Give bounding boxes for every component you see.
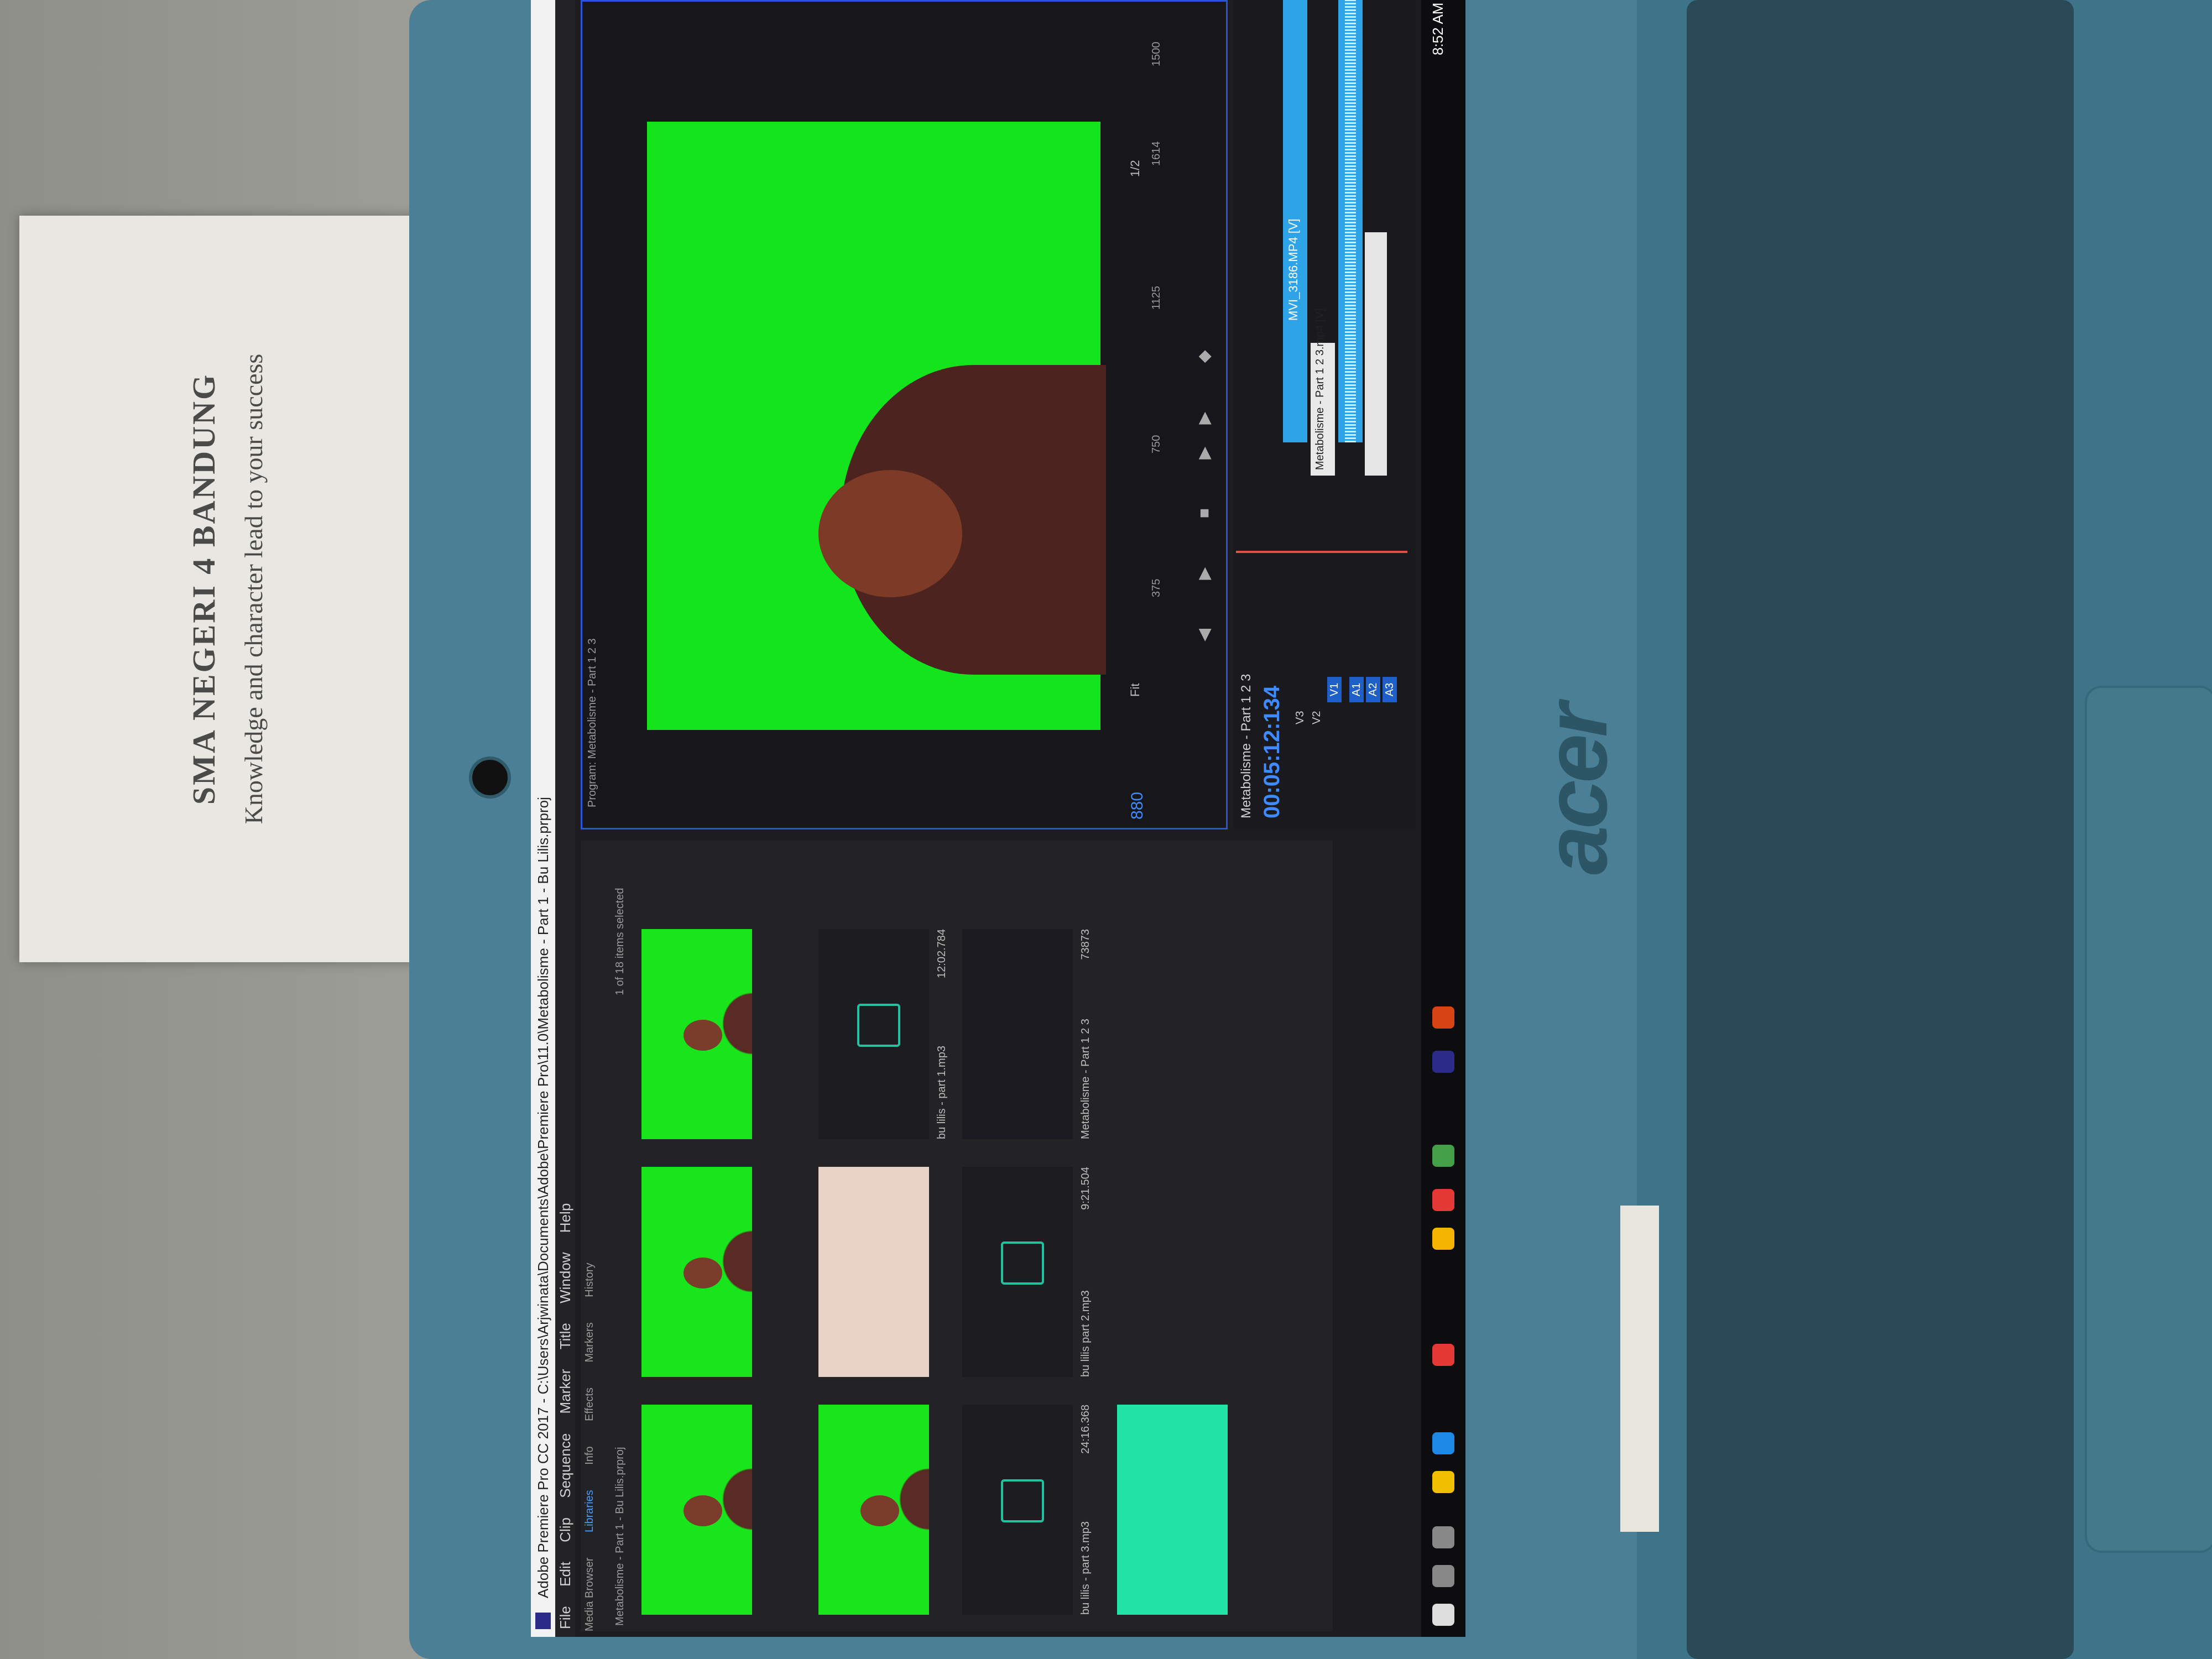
window-title-bar: Adobe Premiere Pro CC 2017 - C:\Users\Ar… bbox=[531, 0, 555, 1637]
keyboard[interactable] bbox=[1687, 0, 2074, 1659]
laptop-screen: Adobe Premiere Pro CC 2017 - C:\Users\Ar… bbox=[531, 0, 1465, 1637]
resolution-select[interactable]: 1/2 bbox=[1128, 160, 1142, 177]
track-v2[interactable]: V2 bbox=[1311, 581, 1325, 824]
brand-logo: acer bbox=[1526, 706, 1625, 875]
media-thumb-audio[interactable]: bu lilis - part 3.mp3 24:16.368 bbox=[962, 1405, 1092, 1615]
excel-icon[interactable] bbox=[1432, 1145, 1454, 1167]
audio-waveform-icon bbox=[857, 1003, 900, 1047]
media-thumb[interactable] bbox=[641, 1405, 752, 1615]
menu-window[interactable]: Window bbox=[555, 1244, 575, 1311]
media-thumb[interactable] bbox=[641, 929, 752, 1139]
item-count: 1 of 18 items selected bbox=[614, 888, 626, 995]
audio-waveform-icon bbox=[1001, 1479, 1044, 1522]
edge-icon[interactable] bbox=[1432, 1432, 1454, 1454]
menu-clip[interactable]: Clip bbox=[555, 1510, 575, 1550]
track-a1[interactable]: A1 bbox=[1349, 581, 1364, 824]
track-v1[interactable]: V1 bbox=[1327, 581, 1342, 824]
premiere-taskbar-icon[interactable] bbox=[1432, 1051, 1454, 1073]
app-icon-red[interactable] bbox=[1432, 1344, 1454, 1366]
premiere-app-icon bbox=[535, 1613, 551, 1629]
project-tabs: Media Browser Libraries Info Effects Mar… bbox=[583, 857, 606, 1631]
premiere-ui: Adobe Premiere Pro CC 2017 - C:\Users\Ar… bbox=[531, 0, 1465, 1637]
media-thumb-audio[interactable]: bu lilis part 2.mp3 9:21.504 bbox=[962, 1167, 1092, 1377]
tab-effects[interactable]: Effects bbox=[583, 1387, 596, 1421]
menu-bar: File Edit Clip Sequence Marker Title Win… bbox=[555, 0, 575, 1637]
playhead[interactable] bbox=[1236, 551, 1407, 553]
menu-sequence[interactable]: Sequence bbox=[555, 1426, 575, 1506]
track-headers: V3 V2 V1 A1 A2 A3 bbox=[1294, 581, 1405, 824]
search-icon[interactable] bbox=[1432, 1565, 1454, 1587]
media-thumb[interactable] bbox=[818, 1405, 929, 1615]
warranty-sticker bbox=[1620, 1206, 1659, 1532]
timeline-timecode[interactable]: 00:05:12:134 bbox=[1260, 686, 1285, 818]
media-thumb-poster[interactable] bbox=[818, 1167, 929, 1377]
poster-subtitle: Knowledge and character lead to your suc… bbox=[239, 353, 268, 825]
track-a2[interactable]: A2 bbox=[1366, 581, 1380, 824]
start-icon[interactable] bbox=[1432, 1604, 1454, 1626]
wall-poster: SMA NEGERI 4 BANDUNG Knowledge and chara… bbox=[19, 216, 434, 962]
cortana-icon[interactable] bbox=[1432, 1526, 1454, 1548]
sequence-tab[interactable]: Metabolisme - Part 1 2 3 bbox=[1239, 674, 1254, 818]
chrome-icon[interactable] bbox=[1432, 1228, 1454, 1250]
touchpad[interactable] bbox=[2085, 686, 2212, 1553]
webcam bbox=[469, 757, 511, 799]
media-thumb[interactable] bbox=[641, 1167, 752, 1377]
taskbar-clock: 8:52 AM bbox=[1430, 2, 1446, 55]
tab-media-browser[interactable]: Media Browser bbox=[583, 1558, 596, 1631]
menu-edit[interactable]: Edit bbox=[555, 1554, 575, 1594]
audio-waveform-icon bbox=[1001, 1241, 1044, 1285]
program-ruler: 375 750 1125 1614 1500 bbox=[1150, 41, 1162, 598]
media-thumb-teal[interactable] bbox=[1117, 1405, 1228, 1615]
program-timecode: 880 bbox=[1128, 791, 1146, 820]
media-thumb-sequence[interactable]: Metabolisme - Part 1 2 3 73873 bbox=[962, 929, 1092, 1139]
tab-history[interactable]: History bbox=[583, 1262, 596, 1297]
media-thumb-audio[interactable]: bu lilis - part 1.mp3 12:02.784 bbox=[818, 929, 948, 1139]
program-title: Program: Metabolisme - Part 1 2 3 bbox=[586, 638, 598, 807]
menu-marker[interactable]: Marker bbox=[555, 1361, 575, 1422]
main-clip-label: Metabolisme - Part 1 2 3.mp4 [V] bbox=[1314, 308, 1326, 470]
track-v3[interactable]: V3 bbox=[1294, 581, 1308, 824]
taskbar bbox=[1421, 0, 1465, 1637]
zoom-fit-select[interactable]: Fit bbox=[1128, 684, 1142, 697]
tab-markers[interactable]: Markers bbox=[583, 1322, 596, 1362]
app-icon-orange[interactable] bbox=[1432, 1006, 1454, 1029]
tab-libraries[interactable]: Libraries bbox=[583, 1490, 596, 1532]
menu-file[interactable]: File bbox=[555, 1598, 575, 1637]
poster-title: SMA NEGERI 4 BANDUNG bbox=[186, 373, 222, 805]
menu-title[interactable]: Title bbox=[555, 1315, 575, 1357]
project-name: Metabolisme - Part 1 - Bu Lilis.prproj bbox=[614, 1447, 626, 1626]
speaker-head bbox=[818, 470, 962, 597]
audio-waveform bbox=[1345, 0, 1356, 442]
opera-icon[interactable] bbox=[1432, 1189, 1454, 1211]
tab-info[interactable]: Info bbox=[583, 1446, 596, 1464]
playback-controls[interactable]: ◀ ▶ ■ ▶▶ ◆ bbox=[1194, 33, 1217, 641]
track-a3[interactable]: A3 bbox=[1383, 581, 1397, 824]
window-title: Adobe Premiere Pro CC 2017 - C:\Users\Ar… bbox=[535, 797, 551, 1598]
video-clip-label: MVI_3186.MP4 [V] bbox=[1286, 218, 1300, 321]
menu-help[interactable]: Help bbox=[555, 1196, 575, 1240]
file-explorer-icon[interactable] bbox=[1432, 1471, 1454, 1493]
audio-clip-2[interactable] bbox=[1365, 232, 1387, 476]
